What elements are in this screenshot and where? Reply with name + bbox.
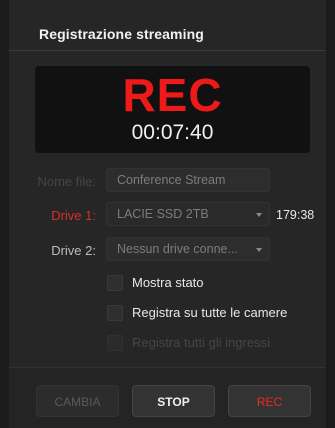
record-all-inputs-checkbox — [107, 335, 123, 351]
drive1-value: LACIE SSD 2TB — [117, 207, 209, 221]
record-all-inputs-option: Registra tutti gli ingressi — [107, 335, 322, 353]
streaming-recording-panel: Registrazione streaming REC 00:07:40 Nom… — [0, 0, 335, 428]
panel-title: Registrazione streaming — [39, 26, 204, 42]
chevron-down-icon — [256, 213, 262, 217]
record-all-cameras-label: Registra su tutte le camere — [132, 305, 288, 320]
drive2-value: Nessun drive conne... — [117, 242, 238, 256]
show-status-label: Mostra stato — [132, 275, 204, 290]
recording-timecode: 00:07:40 — [131, 121, 214, 144]
file-name-value: Conference Stream — [117, 173, 226, 187]
stop-button[interactable]: STOP — [132, 385, 215, 417]
panel-header: Registrazione streaming — [9, 14, 326, 51]
show-status-option[interactable]: Mostra stato — [107, 275, 307, 293]
drive1-remaining-time: 179:38 — [276, 208, 315, 222]
rec-button[interactable]: REC — [228, 385, 311, 417]
panel-left-edge — [0, 0, 9, 428]
drive1-label: Drive 1: — [51, 208, 96, 223]
record-all-inputs-label: Registra tutti gli ingressi — [132, 335, 270, 350]
drive1-dropdown: LACIE SSD 2TB — [106, 202, 270, 226]
rec-status-indicator: REC — [122, 69, 223, 121]
file-name-field: Conference Stream — [106, 168, 270, 192]
recording-monitor: REC 00:07:40 — [35, 66, 310, 153]
drive2-label: Drive 2: — [51, 243, 96, 258]
file-name-label: Nome file: — [37, 174, 96, 189]
panel-right-edge — [326, 0, 335, 428]
chevron-down-icon — [256, 248, 262, 252]
change-button: CAMBIA — [36, 385, 119, 417]
show-status-checkbox[interactable] — [107, 275, 123, 291]
record-all-cameras-option[interactable]: Registra su tutte le camere — [107, 305, 322, 323]
drive2-dropdown[interactable]: Nessun drive conne... — [106, 237, 270, 261]
record-all-cameras-checkbox[interactable] — [107, 305, 123, 321]
